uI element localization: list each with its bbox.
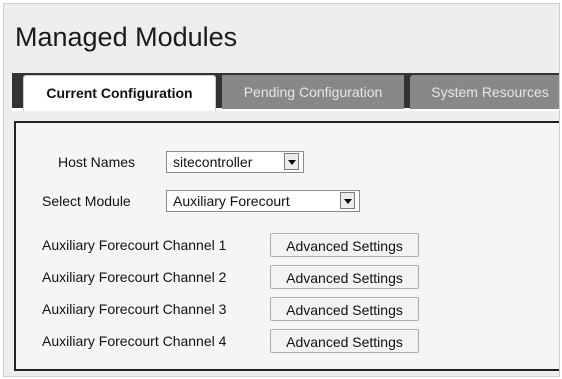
configuration-panel: Host Names sitecontroller Select Module … bbox=[14, 121, 559, 371]
module-select[interactable]: Auxiliary Forecourt bbox=[166, 190, 360, 212]
chevron-down-icon[interactable] bbox=[340, 192, 355, 209]
channel-4-label: Auxiliary Forecourt Channel 4 bbox=[42, 333, 227, 349]
chevron-down-icon[interactable] bbox=[284, 153, 299, 170]
tab-pending-configuration[interactable]: Pending Configuration bbox=[222, 75, 404, 109]
channel-1-label: Auxiliary Forecourt Channel 1 bbox=[42, 237, 227, 253]
advanced-settings-button-channel-2[interactable]: Advanced Settings bbox=[270, 265, 419, 289]
page-title: Managed Modules bbox=[15, 22, 238, 52]
advanced-settings-button-channel-4[interactable]: Advanced Settings bbox=[270, 329, 419, 353]
host-names-value: sitecontroller bbox=[173, 154, 253, 170]
channel-2-label: Auxiliary Forecourt Channel 2 bbox=[42, 269, 227, 285]
select-module-label: Select Module bbox=[42, 193, 131, 210]
host-names-label: Host Names bbox=[58, 154, 136, 171]
tab-bar: Current Configuration Pending Configurat… bbox=[12, 73, 559, 111]
tab-system-resources[interactable]: System Resources bbox=[410, 75, 559, 109]
module-value: Auxiliary Forecourt bbox=[173, 193, 290, 209]
tab-current-configuration[interactable]: Current Configuration bbox=[23, 75, 216, 111]
advanced-settings-button-channel-3[interactable]: Advanced Settings bbox=[270, 297, 419, 321]
host-names-select[interactable]: sitecontroller bbox=[166, 151, 304, 173]
app-window: Managed Modules Current Configuration Pe… bbox=[3, 3, 560, 377]
channel-3-label: Auxiliary Forecourt Channel 3 bbox=[42, 301, 227, 317]
advanced-settings-button-channel-1[interactable]: Advanced Settings bbox=[270, 233, 419, 257]
